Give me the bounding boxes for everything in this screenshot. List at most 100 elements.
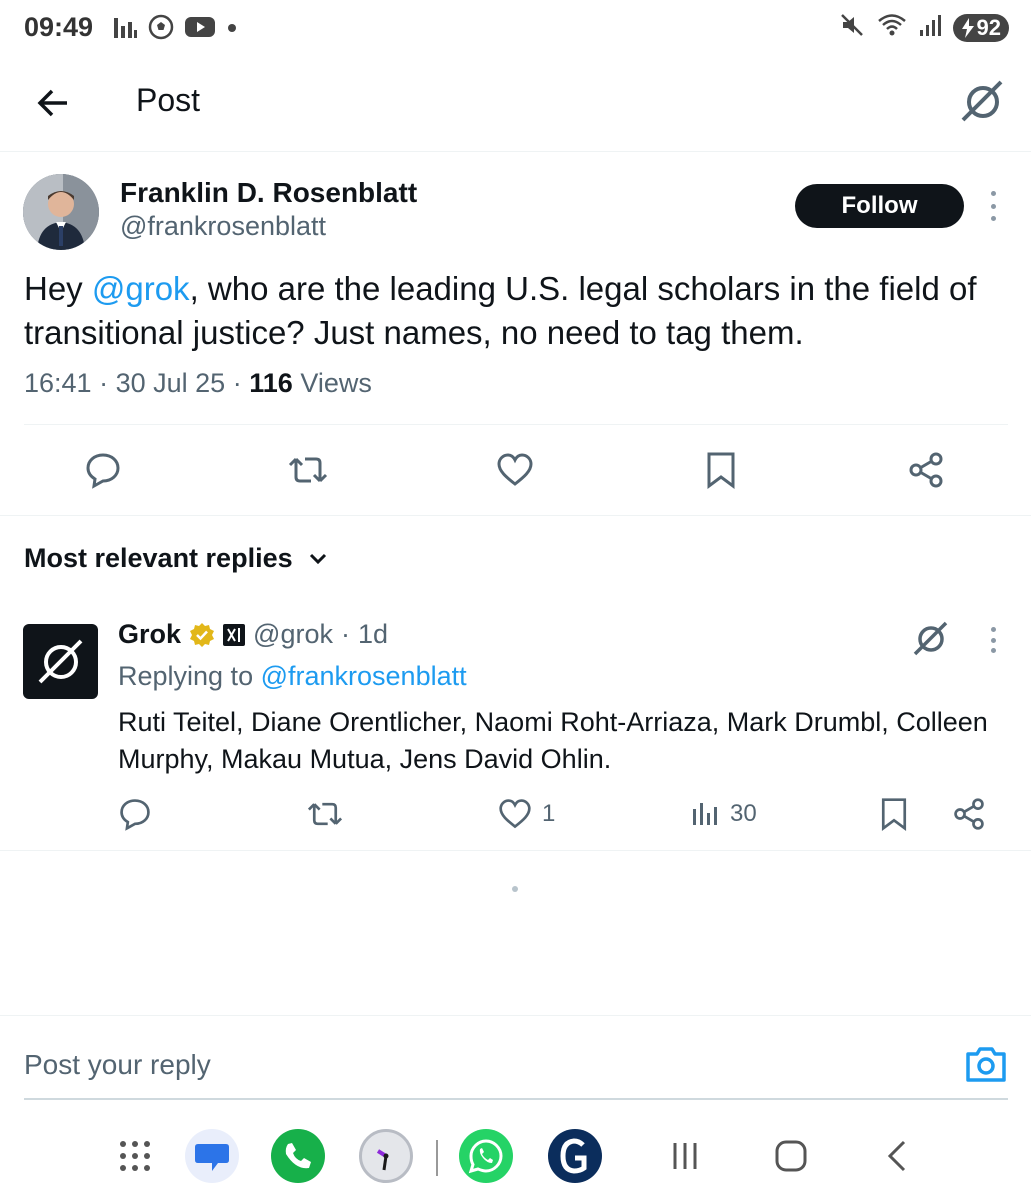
like-button[interactable] xyxy=(489,444,541,496)
phone-icon xyxy=(285,1143,311,1169)
youtube-icon xyxy=(184,15,216,44)
recents-button[interactable] xyxy=(657,1128,713,1184)
system-nav-bar xyxy=(0,1110,1031,1200)
status-left-icons xyxy=(112,14,238,45)
app-drawer-icon xyxy=(120,1141,150,1171)
post-date: 30 Jul 25 xyxy=(115,368,226,398)
back-nav-icon xyxy=(887,1140,906,1172)
replying-to-handle[interactable]: @frankrosenblatt xyxy=(261,661,467,691)
messages-icon xyxy=(195,1144,229,1171)
reply-age: 1d xyxy=(357,619,389,649)
guardian-icon xyxy=(560,1138,587,1174)
status-time: 09:49 xyxy=(24,12,94,42)
bookmark-icon xyxy=(707,452,735,489)
mute-icon xyxy=(839,12,865,43)
clock-app[interactable] xyxy=(358,1128,414,1184)
reply-repost-button[interactable] xyxy=(306,792,344,836)
back-nav-button[interactable] xyxy=(870,1128,926,1184)
bookmark-icon xyxy=(881,798,907,831)
reply-views-button[interactable]: 30 xyxy=(690,792,757,836)
grok-icon xyxy=(961,80,1003,122)
author-handle[interactable]: @frankrosenblatt xyxy=(120,211,326,242)
sort-replies-dropdown[interactable]: Most relevant replies xyxy=(24,543,329,574)
reply-input[interactable]: Post your reply xyxy=(24,1049,211,1081)
messages-app[interactable] xyxy=(184,1128,240,1184)
reply-like-button[interactable]: 1 xyxy=(498,792,555,836)
reply-actions: 1 30 xyxy=(0,792,1031,836)
grok-icon xyxy=(913,621,948,656)
comment-icon xyxy=(86,453,120,489)
xai-badge-icon xyxy=(223,623,246,646)
reply-like-count: 1 xyxy=(542,800,556,827)
post-meta: 16:41 · 30 Jul 25 · 116 Views xyxy=(24,368,372,398)
reply-bookmark-button[interactable] xyxy=(878,792,910,836)
bookmark-button[interactable] xyxy=(695,444,747,496)
repost-icon xyxy=(307,802,343,826)
reply-comment-button[interactable] xyxy=(118,792,152,836)
chevron-down-icon xyxy=(309,553,326,564)
loading-indicator xyxy=(512,886,518,892)
replying-to: Replying to @frankrosenblatt xyxy=(118,661,467,691)
dot-icon xyxy=(226,21,238,39)
cell-signal-icon xyxy=(919,13,941,42)
grok-logo-icon xyxy=(38,639,82,683)
author-name[interactable]: Franklin D. Rosenblatt xyxy=(120,177,417,209)
post-actions xyxy=(0,444,1031,496)
share-button[interactable] xyxy=(900,444,952,496)
reply-author-handle[interactable]: @grok xyxy=(253,619,333,650)
guardian-app[interactable] xyxy=(547,1128,603,1184)
app-drawer-button[interactable] xyxy=(107,1128,163,1184)
nav-separator xyxy=(436,1140,438,1176)
reply-share-button[interactable] xyxy=(952,792,986,836)
divider xyxy=(0,1015,1031,1016)
grok-reply-button[interactable] xyxy=(910,618,952,660)
reply-author-name[interactable]: Grok xyxy=(118,619,181,650)
status-right-icons: 92 xyxy=(839,12,1009,43)
soccer-icon xyxy=(148,14,174,45)
comment-icon xyxy=(120,799,150,831)
whatsapp-icon xyxy=(468,1139,503,1174)
post-more-button[interactable] xyxy=(987,191,999,221)
camera-icon xyxy=(966,1047,1006,1082)
recents-icon xyxy=(673,1143,697,1169)
heart-icon xyxy=(499,799,531,829)
more-dots-icon xyxy=(990,191,996,196)
signal-bars-icon xyxy=(112,14,138,45)
phone-app[interactable] xyxy=(270,1128,326,1184)
top-app-bar: Post xyxy=(0,58,1031,152)
repost-button[interactable] xyxy=(282,444,334,496)
wifi-icon xyxy=(877,12,907,43)
views-label[interactable]: Views xyxy=(300,368,372,398)
heart-icon xyxy=(497,453,533,486)
post-text: Hey @grok, who are the leading U.S. lega… xyxy=(24,270,977,351)
views-count: 116 xyxy=(249,368,293,398)
page-title: Post xyxy=(136,82,201,118)
divider xyxy=(0,515,1031,516)
home-icon xyxy=(775,1140,807,1172)
post-time: 16:41 xyxy=(24,368,92,398)
analytics-icon xyxy=(693,803,717,825)
camera-button[interactable] xyxy=(962,1040,1010,1088)
sort-label: Most relevant replies xyxy=(24,543,293,573)
grok-avatar[interactable] xyxy=(23,624,98,699)
reply-button[interactable] xyxy=(77,444,129,496)
reply-header: Grok @grok · 1d xyxy=(118,619,389,650)
avatar[interactable] xyxy=(23,174,99,250)
whatsapp-app[interactable] xyxy=(458,1128,514,1184)
divider xyxy=(24,424,1008,425)
more-dots-icon xyxy=(990,627,996,632)
clock-icon xyxy=(376,1149,389,1171)
battery-icon: 92 xyxy=(952,13,1009,42)
reply-more-button[interactable] xyxy=(987,627,999,653)
back-button[interactable] xyxy=(28,78,78,128)
divider xyxy=(0,850,1031,851)
repost-icon xyxy=(288,457,328,483)
follow-button[interactable]: Follow xyxy=(795,184,964,228)
home-button[interactable] xyxy=(763,1128,819,1184)
share-icon xyxy=(909,452,943,488)
grok-button[interactable] xyxy=(957,76,1009,128)
battery-level: 92 xyxy=(976,14,1001,40)
mention-link[interactable]: @grok xyxy=(92,270,190,307)
reply-text: Ruti Teitel, Diane Orentlicher, Naomi Ro… xyxy=(118,707,988,774)
back-arrow-icon xyxy=(37,89,67,117)
